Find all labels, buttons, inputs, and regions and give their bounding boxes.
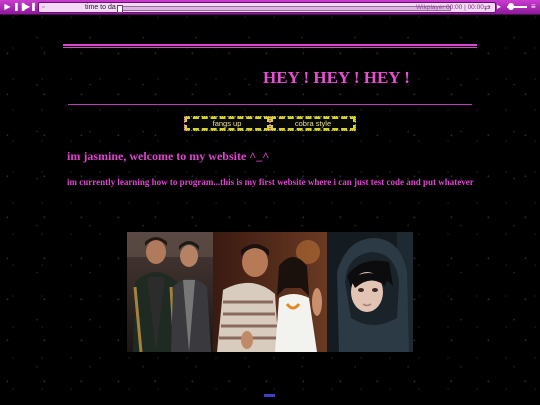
- photo-couple: [213, 232, 327, 352]
- nav-button-cobra-style[interactable]: cobra style: [270, 116, 356, 131]
- music-note-icon: ▫: [42, 4, 45, 11]
- music-player-bar: ▶ ❚❚ ▶❚ ▫ time to da Wikplayer 00:00 | 0…: [0, 0, 540, 15]
- photo-strip: [127, 232, 413, 352]
- pause-icon[interactable]: ❚❚: [13, 2, 26, 12]
- welcome-heading: im jasmine, welcome to my website ^_^: [67, 149, 270, 163]
- seek-bar[interactable]: [117, 5, 451, 13]
- track-display: ▫ time to da Wikplayer 00:00 | 00:00 ⇄: [38, 2, 496, 13]
- nav-button-fangs-up[interactable]: fangs up: [184, 116, 270, 131]
- intro-text: im currently learning how to program...t…: [67, 177, 474, 187]
- playback-time: 00:00 | 00:00: [446, 4, 484, 11]
- footer-link[interactable]: [264, 394, 275, 397]
- photo-two-men: [127, 232, 213, 352]
- volume-handle[interactable]: [508, 3, 514, 10]
- next-icon[interactable]: ▶❚: [24, 2, 37, 12]
- volume-icon[interactable]: ▸: [497, 2, 501, 12]
- track-title: time to da: [85, 4, 116, 11]
- shuffle-icon[interactable]: ⇄: [484, 3, 491, 12]
- seek-handle[interactable]: [117, 5, 123, 13]
- nav-button-label: cobra style: [294, 119, 332, 128]
- photo-hooded-person: [327, 232, 413, 352]
- player-brand: Wikplayer: [416, 4, 445, 11]
- menu-icon[interactable]: ≡: [531, 2, 536, 12]
- play-icon[interactable]: ▶: [3, 2, 12, 12]
- nav-button-label: fangs up: [212, 119, 242, 128]
- title-divider: [68, 104, 472, 105]
- page-title: HEY ! HEY ! HEY !: [263, 68, 410, 87]
- header-divider: [63, 44, 477, 48]
